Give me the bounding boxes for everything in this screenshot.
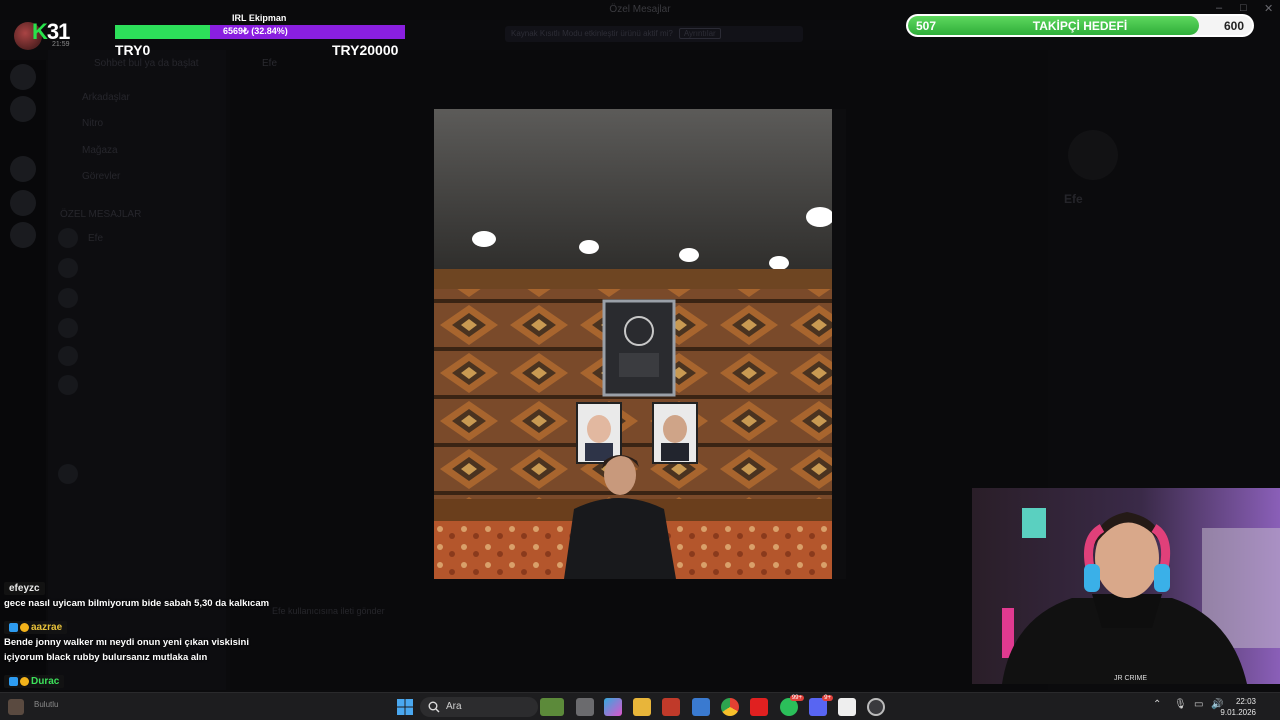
badge-icon (9, 676, 18, 686)
avatar (58, 318, 78, 338)
notice-banner: Kaynak Kısıtlı Modu etkinleştir ürünü ak… (505, 26, 803, 42)
profile-avatar (1068, 130, 1118, 180)
chat-username-row: Durac (4, 675, 65, 688)
clock-date: 9.01.2026 (1220, 708, 1256, 717)
chat-username: Durac (31, 676, 60, 687)
chat-message: Durac (4, 671, 274, 689)
dm-item-efe[interactable]: Efe (88, 233, 103, 244)
search-placeholder: Ara (446, 701, 462, 712)
chat-message: efeyzc gece nasıl uyicam bilmiyorum bide… (4, 578, 274, 611)
news-icon[interactable] (662, 698, 680, 716)
chrome-icon[interactable] (721, 698, 739, 716)
avatar (58, 258, 78, 278)
clock-time: 22:03 (1235, 697, 1256, 706)
donation-goal-percent: 6569₺ (32.84%) (223, 26, 288, 36)
follower-goal-label: TAKİPÇİ HEDEFİ (1032, 19, 1128, 33)
obs-icon[interactable] (867, 698, 885, 716)
badge-icon (9, 622, 18, 632)
profile-name: Efe (1064, 192, 1083, 206)
taskbar: Bulutlu Ara 99+ 9+ ⌃ 🎙 ▭ 🔊 22:03 9.01.20… (0, 692, 1280, 720)
badge-icon (20, 676, 29, 686)
youtube-icon[interactable] (750, 698, 768, 716)
explorer-icon[interactable] (633, 698, 651, 716)
avatar (58, 228, 78, 248)
files-icon[interactable] (540, 698, 564, 716)
donation-goal-title: IRL Ekipman (232, 13, 287, 23)
network-icon[interactable]: ▭ (1194, 699, 1203, 710)
chat-username: efeyzc (4, 582, 45, 595)
donation-goal-bar: 6569₺ (32.84%) (115, 25, 405, 39)
sidebar-item-friends[interactable]: Arkadaşlar (82, 92, 130, 103)
avatar (58, 375, 78, 395)
server-icon[interactable] (10, 96, 36, 122)
chat-header: Efe (262, 58, 278, 69)
windows-icon (397, 699, 413, 715)
discord-icon[interactable]: 9+ (809, 695, 833, 716)
server-icon[interactable] (10, 222, 36, 248)
server-icon[interactable] (10, 156, 36, 182)
follower-goal-max: 600 (1223, 19, 1244, 33)
copilot-icon[interactable] (604, 698, 622, 716)
chat-text: gece nasıl uyicam bilmiyorum bide sabah … (4, 598, 270, 609)
chat-username-row: aazrae (4, 621, 68, 634)
dm-search[interactable]: Sohbet bul ya da başlat (94, 58, 199, 69)
avatar (58, 464, 78, 484)
close-button[interactable]: ✕ (1264, 2, 1273, 15)
weather-text[interactable]: Bulutlu (34, 700, 58, 709)
store-icon[interactable] (692, 698, 710, 716)
task-view-icon[interactable] (576, 698, 594, 716)
capcut-icon[interactable] (838, 698, 856, 716)
dm-section-label: ÖZEL MESAJLAR (60, 209, 142, 220)
weather-icon[interactable] (8, 699, 24, 715)
sidebar-item-shop[interactable]: Mağaza (82, 145, 118, 156)
webcam-feed: JR CRIME (972, 488, 1280, 684)
banner-text: Kaynak Kısıtlı Modu etkinleştir ürünü ak… (511, 29, 673, 38)
microphone-icon[interactable]: 🎙 (1174, 699, 1187, 710)
tray-overflow-icon[interactable]: ⌃ (1153, 699, 1161, 710)
banner-action-button[interactable]: Ayrıntılar (678, 28, 721, 39)
chat-username: aazrae (31, 622, 63, 633)
webcam-illustration: JR CRIME (972, 488, 1280, 684)
donation-goal-min: TRY0 (115, 42, 151, 58)
avatar (58, 346, 78, 366)
room-photo-illustration (434, 109, 832, 579)
donation-goal-max: TRY20000 (332, 42, 399, 58)
profile-panel: Efe (1056, 80, 1268, 360)
stream-chat: efeyzc gece nasıl uyicam bilmiyorum bide… (4, 578, 274, 689)
donation-goal-fill (115, 25, 211, 39)
discord-badge: 9+ (822, 695, 833, 701)
server-icon[interactable] (10, 64, 36, 90)
sidebar-item-quests[interactable]: Görevler (82, 171, 120, 182)
stream-time: 21:59 (52, 41, 70, 48)
shirt-text: JR CRIME (1114, 675, 1147, 682)
search-icon (428, 701, 440, 713)
follower-goal-bar: 507 TAKİPÇİ HEDEFİ 600 (906, 14, 1254, 37)
taskbar-search[interactable]: Ara (420, 697, 538, 717)
system-clock[interactable]: 22:03 9.01.2026 (1220, 696, 1256, 718)
chat-message: aazrae Bende jonny walker mı neydi onun … (4, 617, 274, 665)
whatsapp-badge: 99+ (789, 695, 804, 701)
start-button[interactable] (397, 699, 413, 720)
avatar (58, 288, 78, 308)
badge-icon (20, 622, 29, 632)
minimize-button[interactable]: – (1216, 2, 1222, 14)
shared-photo[interactable] (434, 109, 832, 579)
maximize-button[interactable]: □ (1240, 2, 1247, 14)
sidebar-item-nitro[interactable]: Nitro (82, 118, 103, 129)
whatsapp-icon[interactable]: 99+ (780, 695, 804, 716)
message-input[interactable]: Efe kullanıcısına ileti gönder (272, 606, 385, 616)
chat-text: Bende jonny walker mı neydi onun yeni çı… (4, 637, 249, 663)
server-icon[interactable] (10, 190, 36, 216)
